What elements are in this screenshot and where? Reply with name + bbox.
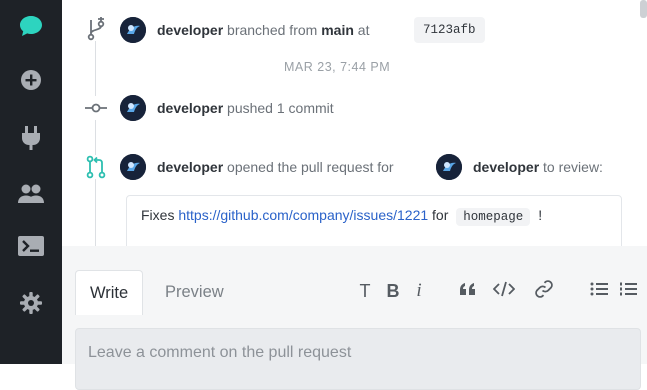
- code-chip: homepage: [456, 208, 531, 226]
- avatar: [120, 154, 146, 180]
- tab-write[interactable]: Write: [75, 270, 144, 315]
- bulleted-list-button[interactable]: [588, 280, 610, 302]
- event-action: pushed 1 commit: [227, 100, 334, 116]
- sidebar-item-add[interactable]: [0, 60, 62, 100]
- timeline-line: [95, 38, 96, 248]
- numbered-list-icon: [619, 281, 637, 302]
- bold-icon: B: [386, 280, 400, 301]
- comment-placeholder: Leave a comment on the pull request: [88, 344, 352, 361]
- git-commit-icon: [84, 96, 108, 120]
- plus-circle-icon: [19, 68, 43, 92]
- tab-preview[interactable]: Preview: [151, 270, 238, 314]
- users-icon: [17, 183, 45, 205]
- sidebar: [0, 0, 62, 364]
- code-icon: [492, 281, 516, 302]
- description-prefix: Fixes: [141, 207, 175, 223]
- sidebar-item-terminal[interactable]: [0, 226, 62, 266]
- italic-button[interactable]: i: [408, 280, 430, 302]
- event-user[interactable]: developer: [157, 22, 223, 38]
- scrollbar-thumb[interactable]: [640, 0, 647, 18]
- sidebar-item-integrations[interactable]: [0, 118, 62, 158]
- pull-request-icon: [84, 155, 108, 179]
- reviewer-text: developer to review:: [473, 159, 603, 175]
- code-button[interactable]: [492, 280, 516, 302]
- event-action: branched from: [227, 22, 318, 38]
- event-user[interactable]: developer: [157, 100, 223, 116]
- pr-event-text: developer opened the pull request for: [157, 159, 394, 175]
- review-suffix: to review:: [543, 159, 603, 175]
- avatar: [120, 17, 146, 43]
- link-icon: [534, 279, 554, 304]
- event-at: at: [357, 22, 370, 38]
- push-event-text: developer pushed 1 commit: [157, 100, 334, 116]
- gear-icon: [19, 291, 43, 315]
- commit-hash[interactable]: 7123afb: [414, 17, 485, 43]
- timestamp: MAR 23, 7:44 PM: [284, 60, 391, 74]
- avatar: [120, 95, 146, 121]
- bulleted-list-icon: [590, 281, 608, 302]
- numbered-list-button[interactable]: [617, 280, 639, 302]
- quote-icon: [459, 281, 477, 301]
- quote-button[interactable]: [457, 280, 479, 302]
- issue-link[interactable]: https://github.com/company/issues/1221: [178, 207, 428, 223]
- link-button[interactable]: [533, 279, 555, 304]
- italic-icon: i: [416, 280, 422, 301]
- reviewer-avatar: [436, 154, 462, 180]
- description-suffix: !: [538, 207, 543, 223]
- sidebar-item-settings[interactable]: [0, 283, 62, 323]
- git-branch-icon: [84, 17, 108, 41]
- event-action: opened the pull request for: [227, 159, 394, 175]
- event-user[interactable]: developer: [157, 159, 223, 175]
- sidebar-item-chat[interactable]: [0, 6, 62, 46]
- branch-name[interactable]: main: [321, 22, 354, 38]
- bold-button[interactable]: B: [382, 280, 404, 302]
- plug-icon: [20, 125, 42, 151]
- sidebar-item-team[interactable]: [0, 174, 62, 214]
- terminal-icon: [17, 235, 45, 257]
- pr-description: Fixes https://github.com/company/issues/…: [141, 207, 542, 226]
- heading-button[interactable]: T: [354, 280, 376, 302]
- heading-icon: T: [359, 280, 371, 301]
- branch-event-text: developer branched from main at: [157, 22, 369, 38]
- reviewer-user[interactable]: developer: [473, 159, 539, 175]
- chat-bubble-icon: [18, 14, 44, 38]
- description-middle: for: [432, 207, 449, 223]
